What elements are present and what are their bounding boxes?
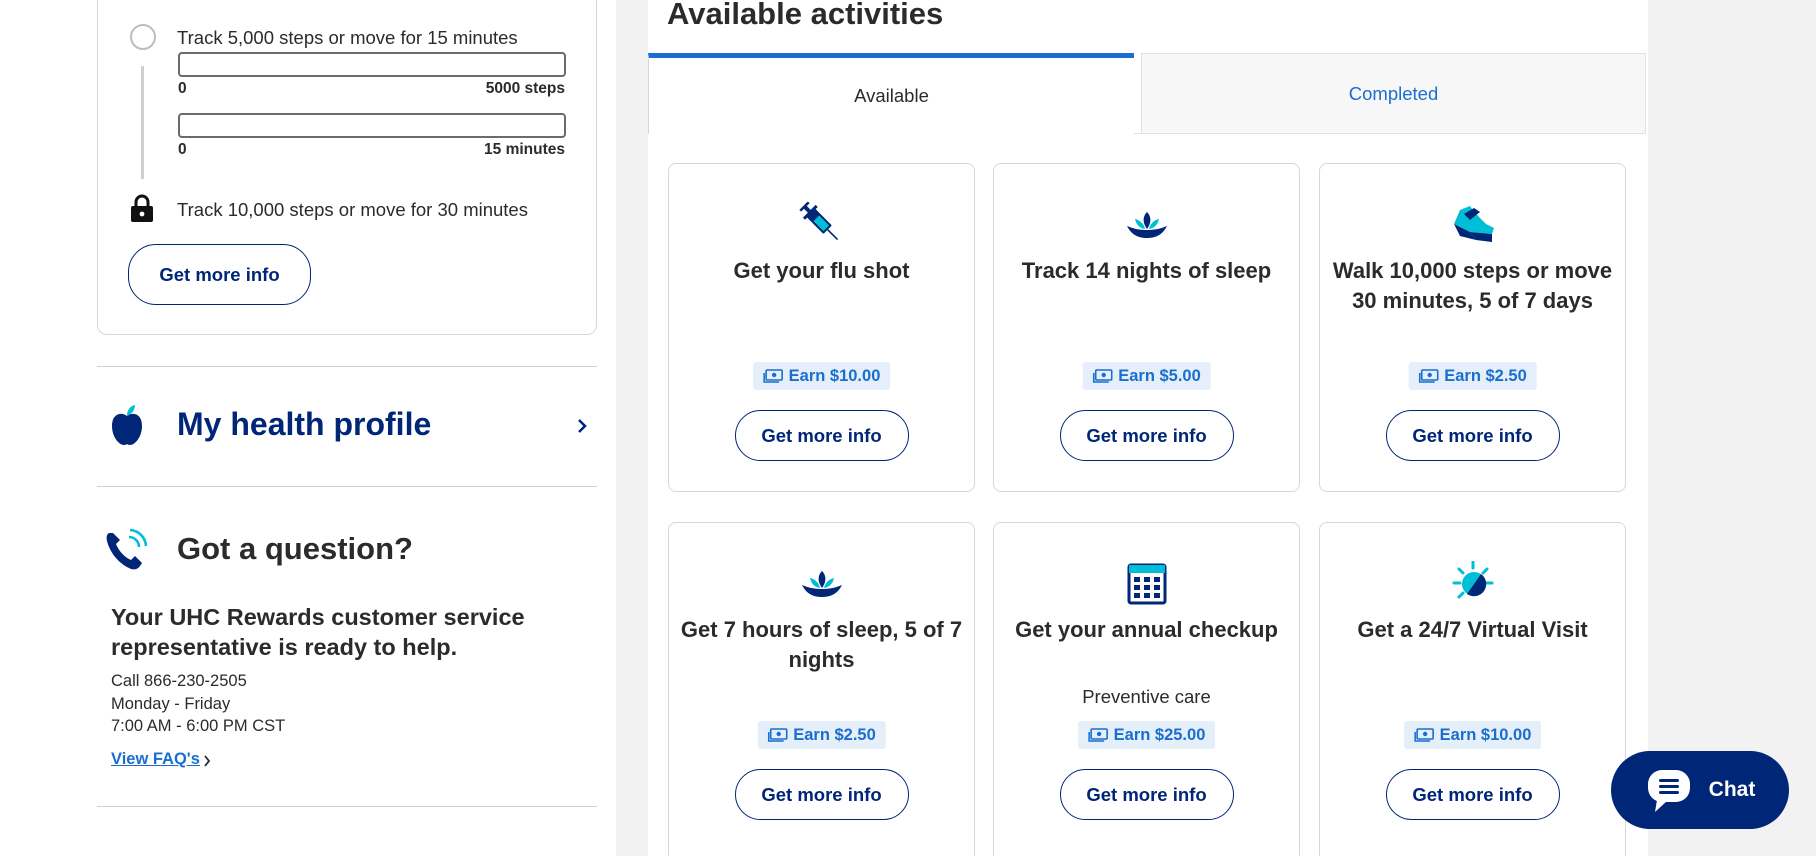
money-icon (1418, 369, 1439, 383)
get-more-info-button[interactable]: Get more info (1385, 769, 1560, 820)
sneaker-icon (1453, 206, 1494, 242)
earn-badge: Earn $2.50 (1408, 362, 1537, 390)
activity-title: Walk 10,000 steps or move 30 minutes, 5 … (1332, 258, 1613, 313)
activity-card: Get a 24/7 Virtual Visit Earn $10.00 Get… (1319, 522, 1626, 856)
tab-completed[interactable]: Completed (1141, 53, 1646, 134)
get-more-info-button[interactable]: Get more info (1059, 410, 1234, 461)
activities-title: Available activities (667, 0, 944, 31)
health-profile-link[interactable]: My health profile (97, 366, 597, 486)
lotus-icon (801, 571, 842, 597)
sun-moon-icon (1452, 561, 1493, 599)
step-status-circle (130, 24, 156, 50)
activity-title: Get your flu shot (733, 258, 910, 283)
phone-signal-icon (106, 528, 148, 570)
minutes-progress-max: 15 minutes (484, 141, 565, 158)
get-more-info-button[interactable]: Get more info (734, 410, 909, 461)
steps-progress-bar (178, 52, 566, 77)
health-profile-title: My health profile (177, 406, 432, 442)
earn-amount: Earn $10.00 (788, 366, 881, 385)
money-icon (1087, 728, 1108, 742)
money-icon (767, 728, 788, 742)
earn-badge: Earn $25.00 (1077, 721, 1216, 749)
get-more-info-button[interactable]: Get more info (734, 769, 909, 820)
activity-card: Get 7 hours of sleep, 5 of 7 nights Earn… (668, 522, 975, 856)
lotus-icon (1126, 212, 1167, 238)
earn-amount: Earn $25.00 (1113, 725, 1206, 744)
activity-card: Track 14 nights of sleep Earn $5.00 Get … (993, 163, 1300, 492)
chevron-right-icon (204, 755, 211, 767)
question-title: Got a question? (177, 531, 413, 566)
syringe-icon (798, 202, 838, 241)
tracker-get-more-info-button[interactable]: Get more info (128, 244, 311, 305)
earn-amount: Earn $10.00 (1439, 725, 1532, 744)
money-icon (762, 369, 783, 383)
earn-badge: Earn $2.50 (757, 721, 886, 749)
chat-bubble-icon (1647, 770, 1690, 812)
support-days: Monday - Friday (111, 695, 231, 713)
get-more-info-button[interactable]: Get more info (1385, 410, 1560, 461)
question-subtitle: Your UHC Rewards customer service repres… (111, 604, 525, 660)
activity-subtitle: Preventive care (1082, 686, 1211, 707)
activity-card: Get your annual checkup Preventive care … (993, 522, 1300, 856)
steps-progress-min: 0 (178, 80, 187, 97)
activity-title: Get 7 hours of sleep, 5 of 7 nights (680, 617, 963, 672)
tab-available[interactable]: Available (648, 53, 1134, 134)
activity-title: Track 14 nights of sleep (1021, 258, 1272, 283)
step2-label: Track 10,000 steps or move for 30 minute… (177, 199, 528, 220)
tab-divider (1134, 133, 1646, 134)
step1-label: Track 5,000 steps or move for 15 minutes (177, 27, 518, 48)
view-faqs-link[interactable]: View FAQ's (111, 750, 200, 769)
minutes-progress-min: 0 (178, 141, 187, 158)
activity-title: Get a 24/7 Virtual Visit (1357, 617, 1588, 642)
earn-amount: Earn $2.50 (1444, 366, 1527, 385)
chevron-right-icon (578, 419, 587, 433)
get-more-info-button[interactable]: Get more info (1059, 769, 1234, 820)
support-phone: Call 866-230-2505 (111, 672, 247, 690)
earn-badge: Earn $10.00 (1403, 721, 1542, 749)
divider (97, 806, 597, 807)
earn-badge: Earn $10.00 (752, 362, 891, 390)
earn-amount: Earn $5.00 (1118, 366, 1201, 385)
earn-amount: Earn $2.50 (793, 725, 876, 744)
activity-card: Get your flu shot Earn $10.00 Get more i… (668, 163, 975, 492)
money-icon (1092, 369, 1113, 383)
step-connector-line (141, 66, 144, 179)
chat-label: Chat (1708, 778, 1756, 801)
activity-title: Get your annual checkup (1015, 617, 1278, 642)
chat-button[interactable]: Chat (1611, 751, 1789, 829)
money-icon (1413, 728, 1434, 742)
lock-icon (131, 194, 153, 222)
divider (97, 486, 597, 487)
activity-card: Walk 10,000 steps or move 30 minutes, 5 … (1319, 163, 1626, 492)
earn-badge: Earn $5.00 (1082, 362, 1211, 390)
calendar-icon (1127, 563, 1166, 605)
apple-icon (112, 405, 142, 445)
minutes-progress-bar (178, 113, 566, 138)
steps-progress-max: 5000 steps (485, 80, 565, 97)
support-hours: 7:00 AM - 6:00 PM CST (111, 717, 286, 735)
